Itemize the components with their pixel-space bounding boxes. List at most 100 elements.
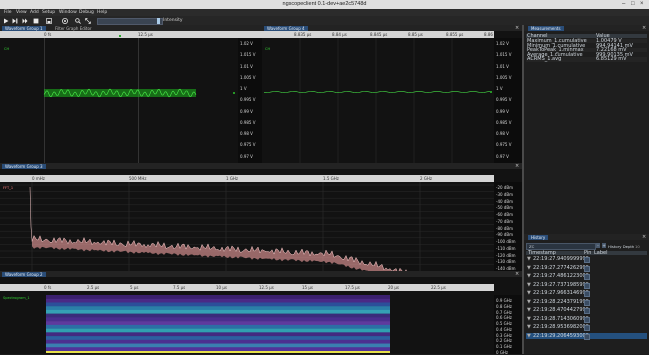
pin-checkbox[interactable]	[584, 316, 590, 323]
history-row[interactable]: ▼ 22:19:28.9536982000	[526, 324, 647, 331]
history-timestamp: 22:19:28.7143060999	[533, 315, 589, 322]
decrement-button[interactable]: -	[596, 243, 600, 248]
group3-y-axis[interactable]: -20 dBm -30 dBm -40 dBm -50 dBm -60 dBm -70 d…	[494, 182, 522, 271]
tab-waveform-group-3[interactable]: Waveform Group 3	[2, 163, 46, 169]
history-row[interactable]: ▼ 22:19:27.9409999999	[526, 256, 647, 263]
expand-icon[interactable]: ▼	[527, 316, 531, 322]
menu-debug[interactable]: Debug	[79, 10, 94, 15]
expand-icon[interactable]: ▼	[527, 290, 531, 296]
expand-icon[interactable]: ▼	[527, 265, 531, 271]
menu-help[interactable]: Help	[97, 10, 107, 15]
expand-icon[interactable]: ▼	[527, 256, 531, 262]
zoom-icon[interactable]	[75, 17, 81, 24]
pin-checkbox[interactable]	[584, 274, 590, 280]
auto-scale-icon[interactable]	[85, 17, 91, 24]
menu-view[interactable]: View	[16, 10, 27, 15]
history-row[interactable]: ▼ 22:19:28.4704427999	[526, 307, 647, 314]
group1-x-axis[interactable]: 0 fs 12.5 μs	[0, 31, 262, 38]
force-trigger-icon[interactable]	[22, 18, 28, 24]
menu-add[interactable]: Add	[30, 10, 39, 15]
tab-filter-graph-editor[interactable]: Filter Graph Editor	[52, 26, 95, 31]
history-timestamp: 22:19:28.9536982000	[533, 324, 589, 330]
history-row[interactable]: ▼ 22:19:28.7143060999	[526, 315, 647, 323]
tab-history[interactable]: History	[528, 234, 549, 240]
pin-checkbox[interactable]	[584, 257, 590, 263]
column-header[interactable]: Timestamp	[528, 250, 556, 255]
group4-x-axis[interactable]: 8.835 μs 8.84 μs 8.845 μs 8.85 μs 8.855 μs 8.…	[262, 31, 494, 38]
y-tick-label: 1.01 V	[496, 63, 509, 69]
history-depth-value[interactable]: 10	[635, 244, 640, 249]
group2-x-axis[interactable]: 0 fs 2.5 μs 5 μs 7.5 μs 10 μs 12.5 μs 15 μs 17.…	[0, 284, 494, 291]
waveform-trace	[263, 38, 492, 163]
expand-icon[interactable]: ▼	[527, 273, 531, 279]
expand-icon[interactable]: ▼	[527, 307, 531, 313]
close-icon[interactable]: ×	[640, 1, 644, 7]
x-tick-label: 10 μs	[216, 285, 227, 290]
history-timestamp: 22:19:28.4704427999	[533, 307, 589, 313]
level-marker[interactable]	[233, 92, 235, 94]
y-tick-label: -80 dBm	[496, 225, 513, 231]
expand-icon[interactable]: ▼	[527, 299, 531, 305]
pin-checkbox[interactable]	[584, 333, 590, 340]
level-marker[interactable]	[490, 91, 492, 93]
increment-button[interactable]: +	[602, 243, 606, 248]
group3-x-axis[interactable]: 0 mHz 500 MHz 1 GHz 1.5 GHz 2 GHz	[0, 175, 494, 182]
minimize-icon[interactable]: –	[622, 1, 625, 7]
tab-waveform-group-2[interactable]: Waveform Group 2	[2, 271, 46, 277]
single-trigger-icon[interactable]	[12, 18, 18, 24]
measurement-row[interactable]: ACRMS_1.avg 6.85129 mV	[526, 56, 647, 63]
column-header[interactable]: Pin	[584, 250, 591, 255]
group2-y-axis[interactable]: 0.9 GHz 0.8 GHz 0.7 GHz 0.6 GHz 0.5 GHz 0.4 G…	[494, 295, 522, 355]
intensity-slider[interactable]	[97, 18, 163, 25]
pin-checkbox[interactable]	[584, 325, 590, 331]
group2-plot[interactable]: 0 fs 2.5 μs 5 μs 7.5 μs 10 μs 12.5 μs 15 μs 17.…	[0, 277, 522, 355]
history-row[interactable]: ▼ 22:19:29.2064593000	[526, 332, 647, 340]
expand-icon[interactable]: ▼	[527, 333, 531, 339]
group4-plot[interactable]: 8.835 μs 8.84 μs 8.845 μs 8.85 μs 8.855 μs 8.…	[262, 31, 522, 170]
x-tick-label: 12.5 μs	[259, 285, 274, 290]
history-row[interactable]: ▼ 22:19:27.9663146999	[526, 290, 647, 297]
trigger-marker[interactable]	[119, 35, 121, 37]
pin-checkbox[interactable]	[584, 308, 590, 314]
menu-window[interactable]: Window	[59, 10, 77, 15]
stop-icon[interactable]	[33, 18, 39, 24]
spectrogram-band	[46, 336, 390, 340]
y-tick-label: -30 dBm	[496, 191, 513, 197]
menu-setup[interactable]: Setup	[42, 10, 55, 15]
tab-waveform-group-1[interactable]: Waveform Group 1	[2, 25, 46, 31]
signal-label[interactable]: Spectrogram_1	[3, 296, 30, 300]
pin-checkbox[interactable]	[584, 299, 590, 306]
history-row[interactable]: ▼ 22:19:27.7371985999	[526, 282, 647, 289]
group1-x-tick: 0 fs	[44, 32, 52, 37]
menu-file[interactable]: File	[4, 10, 12, 15]
scope-select[interactable]: ZC	[526, 243, 596, 250]
history-timestamp: 22:19:27.9409999999	[533, 256, 589, 262]
y-tick-label: 0 GHz	[496, 350, 509, 355]
y-tick-label: -90 dBm	[496, 232, 513, 238]
waveform-export-icon[interactable]	[46, 17, 52, 24]
intensity-slider-handle[interactable]	[157, 17, 160, 24]
pin-checkbox[interactable]	[584, 282, 590, 289]
history-icon[interactable]	[62, 17, 68, 24]
x-tick-label: 8.86	[484, 32, 493, 37]
spectrum-trace	[0, 182, 494, 271]
tab-waveform-group-4[interactable]: Waveform Group 4	[264, 25, 308, 31]
maximize-icon[interactable]: □	[631, 1, 635, 7]
group4-y-axis[interactable]: 1.02 V 1.015 V 1.01 V 1.005 V 1 V 0.995 V 0.99…	[494, 38, 522, 170]
tab-measurements[interactable]: Measurements	[528, 25, 564, 31]
pin-checkbox[interactable]	[584, 291, 590, 297]
group3-plot[interactable]: 0 mHz 500 MHz 1 GHz 1.5 GHz 2 GHz FFT_1 -20 …	[0, 169, 522, 271]
history-row[interactable]: ▼ 22:19:27.2774262999	[526, 265, 647, 272]
group1-y-axis[interactable]: 1.02 V 1.015 V 1.01 V 1.005 V 1 V 0.995 V 0.99…	[238, 38, 262, 170]
expand-icon[interactable]: ▼	[527, 324, 531, 330]
measurement-value: 6.85129 mV	[596, 56, 627, 63]
history-row[interactable]: ▼ 22:19:28.2243791999	[526, 299, 647, 306]
y-tick-label: 0.995 V	[496, 97, 512, 103]
run-icon[interactable]	[3, 18, 9, 24]
expand-icon[interactable]: ▼	[527, 282, 531, 288]
pin-checkbox[interactable]	[584, 265, 590, 272]
y-tick-label: -20 dBm	[496, 185, 513, 190]
group1-plot[interactable]: 0 fs 12.5 μs CH 1.02 V 1.015 V 1.01 V 1.005…	[0, 31, 262, 170]
history-row[interactable]: ▼ 22:19:27.4861223000	[526, 273, 647, 280]
column-header[interactable]: Label	[594, 250, 608, 255]
